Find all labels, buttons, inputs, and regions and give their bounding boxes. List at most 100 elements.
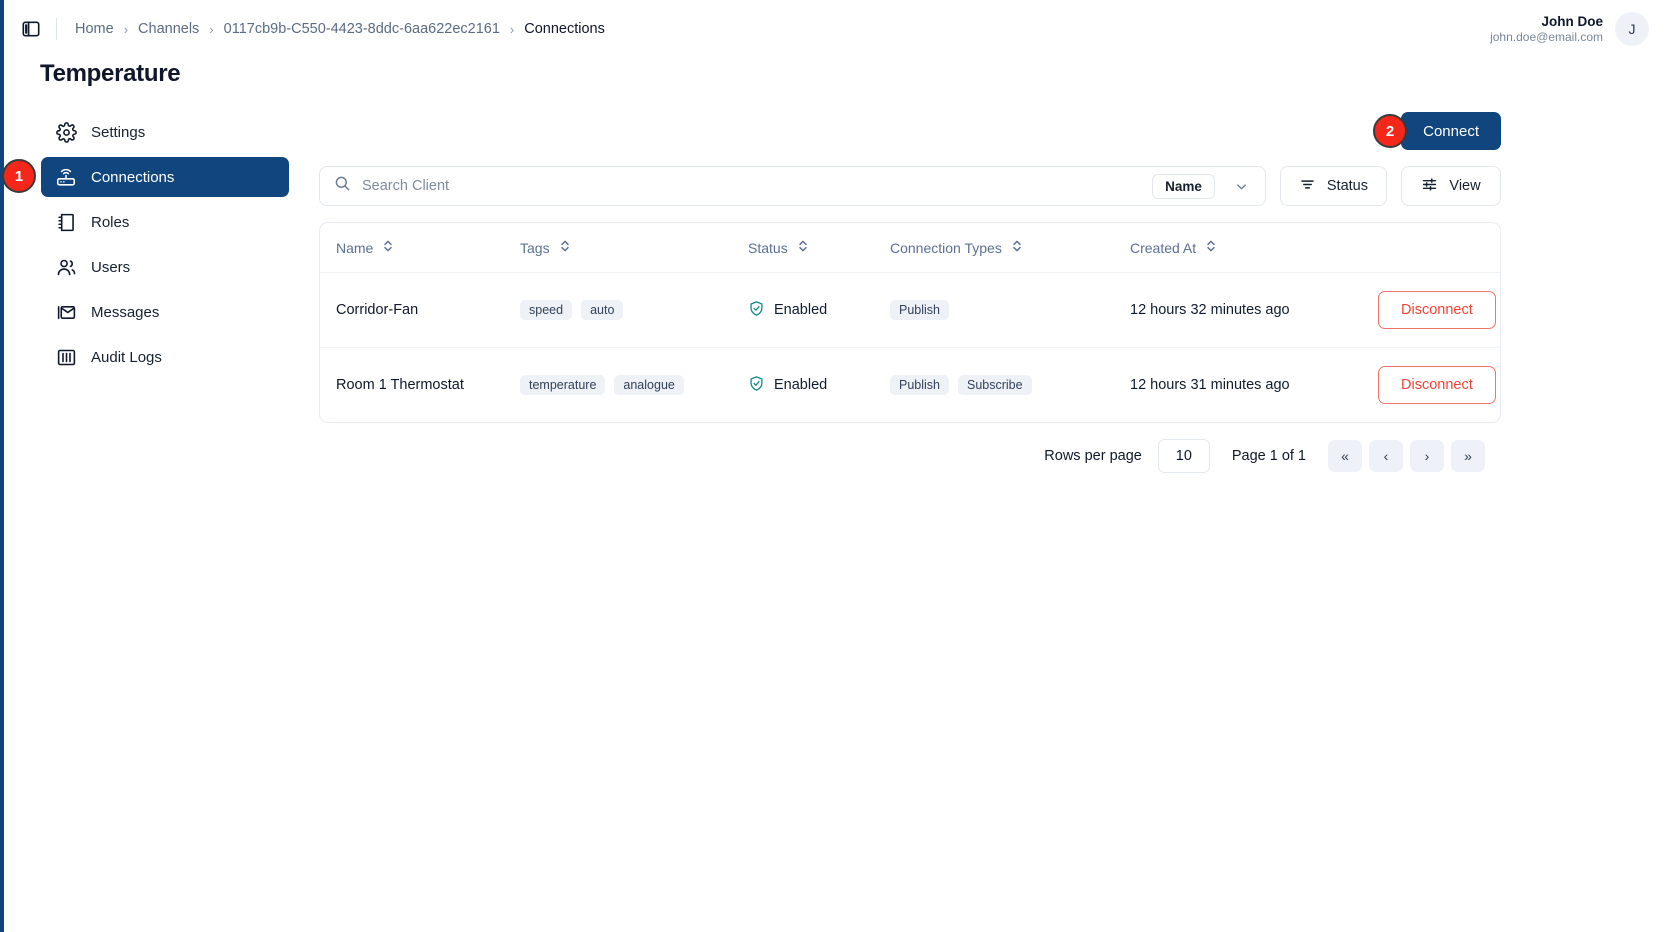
breadcrumb: Home › Channels › 0117cb9b-C550-4423-8dd… (75, 21, 605, 37)
rows-per-page-select[interactable]: 10 (1157, 439, 1210, 473)
previous-page-button[interactable]: ‹ (1369, 440, 1403, 472)
cell-created-at: 12 hours 32 minutes ago (1130, 272, 1378, 348)
app-root: Home › Channels › 0117cb9b-C550-4423-8dd… (0, 0, 1667, 932)
step-badge-1: 1 (2, 159, 36, 193)
search-box[interactable]: Name (319, 166, 1266, 206)
user-name: John Doe (1541, 13, 1603, 29)
table-row[interactable]: Corridor-Fan speed auto Enabled Publish … (320, 272, 1500, 348)
chevron-down-icon[interactable] (1226, 179, 1257, 194)
table-body: Corridor-Fan speed auto Enabled Publish … (320, 272, 1500, 423)
connections-table-card: Name Tags Status Connection Types Create… (319, 222, 1501, 423)
shield-check-icon (748, 300, 765, 321)
status-filter-label: Status (1326, 178, 1368, 194)
avatar[interactable]: J (1615, 12, 1649, 46)
sort-icon[interactable] (1011, 239, 1023, 256)
sort-icon[interactable] (382, 239, 394, 256)
tag-chip: temperature (520, 375, 606, 395)
filter-icon (1299, 176, 1316, 197)
disconnect-button[interactable]: Disconnect (1378, 291, 1496, 329)
cell-name: Corridor-Fan (320, 272, 520, 348)
disconnect-button[interactable]: Disconnect (1378, 366, 1496, 404)
tag-chip: auto (581, 300, 624, 320)
page-title: Temperature (40, 60, 181, 87)
sort-icon[interactable] (1205, 239, 1217, 256)
sidebar-item-settings[interactable]: Settings (41, 112, 289, 152)
column-header-connection-types[interactable]: Connection Types (890, 223, 1130, 273)
column-header-name[interactable]: Name (320, 223, 520, 273)
sort-icon[interactable] (559, 239, 571, 256)
cell-tags: speed auto (520, 272, 748, 348)
first-page-button[interactable]: « (1328, 440, 1362, 472)
breadcrumb-item-channels[interactable]: Channels (138, 21, 199, 37)
breadcrumb-separator-icon: › (509, 21, 515, 37)
topbar-divider (56, 18, 57, 40)
users-icon (55, 256, 77, 278)
search-input[interactable] (362, 167, 1142, 205)
cell-tags: temperature analogue (520, 348, 748, 423)
connection-type-chip: Publish (890, 375, 949, 395)
pagination: Rows per page 10 Page 1 of 1 « ‹ › » (319, 425, 1501, 473)
gear-icon (55, 121, 77, 143)
router-icon (55, 166, 77, 188)
columns-icon (55, 346, 77, 368)
status-text: Enabled (774, 302, 828, 318)
shield-check-icon (748, 375, 765, 396)
sidebar-item-audit-logs[interactable]: Audit Logs (41, 337, 289, 377)
left-accent-rail (0, 0, 4, 932)
top-bar: Home › Channels › 0117cb9b-C550-4423-8dd… (4, 0, 1667, 58)
tag-chip: speed (520, 300, 573, 320)
sort-icon[interactable] (797, 239, 809, 256)
sidebar-item-connections[interactable]: Connections (41, 157, 289, 197)
connections-table: Name Tags Status Connection Types Create… (320, 223, 1500, 422)
last-page-button[interactable]: » (1451, 440, 1485, 472)
user-email: john.doe@email.com (1490, 29, 1603, 44)
column-header-created-at[interactable]: Created At (1130, 223, 1378, 273)
connect-row: Connect (319, 108, 1501, 154)
next-page-button[interactable]: › (1410, 440, 1444, 472)
column-header-status[interactable]: Status (748, 223, 890, 273)
main-content: Connect Name (319, 108, 1501, 473)
cell-status: Enabled (748, 272, 890, 348)
sidebar-item-messages[interactable]: Messages (41, 292, 289, 332)
breadcrumb-separator-icon: › (123, 21, 129, 37)
breadcrumb-separator-icon: › (209, 21, 214, 37)
step-badge-2: 2 (1373, 114, 1407, 148)
pagination-buttons: « ‹ › » (1328, 440, 1485, 472)
sidebar-item-label: Roles (91, 213, 130, 231)
cell-created-at: 12 hours 31 minutes ago (1130, 377, 1290, 393)
column-label: Name (336, 239, 374, 256)
user-area: John Doe john.doe@email.com J (1490, 12, 1649, 46)
column-label: Tags (520, 239, 550, 256)
table-head: Name Tags Status Connection Types Create… (320, 223, 1500, 273)
sidebar-item-roles[interactable]: Roles (41, 202, 289, 242)
view-options-label: View (1449, 178, 1481, 194)
envelope-icon (55, 301, 77, 323)
search-field-pill[interactable]: Name (1152, 173, 1215, 199)
sidebar-nav: Settings Connections Roles Users Message… (41, 112, 289, 382)
breadcrumb-item-channel-id[interactable]: 0117cb9b-C550-4423-8ddc-6aa622ec2161 (224, 21, 500, 37)
cell-action: Disconnect (1378, 272, 1500, 348)
cell-name: Room 1 Thermostat (336, 377, 464, 393)
sidebar-item-label: Audit Logs (91, 348, 162, 366)
sidebar-item-label: Messages (91, 303, 160, 321)
breadcrumb-item-connections: Connections (524, 21, 605, 37)
view-options-button[interactable]: View (1401, 166, 1501, 206)
book-icon (55, 211, 77, 233)
column-header-tags[interactable]: Tags (520, 223, 748, 273)
sidebar-item-users[interactable]: Users (41, 247, 289, 287)
cell-status: Enabled (748, 348, 890, 423)
rows-per-page-label: Rows per page (1044, 448, 1142, 464)
table-toolbar: Name Status (319, 166, 1501, 206)
sidebar-panel-icon[interactable] (18, 16, 44, 42)
sidebar-item-label: Settings (91, 123, 146, 141)
column-label: Connection Types (890, 239, 1002, 256)
status-text: Enabled (774, 377, 828, 393)
sidebar-item-label: Connections (91, 168, 175, 186)
table-row[interactable]: Room 1 Thermostat temperature analogue E… (320, 348, 1500, 423)
table-header-row: Name Tags Status Connection Types Create… (320, 223, 1500, 273)
connect-button[interactable]: Connect (1401, 112, 1501, 150)
user-info: John Doe john.doe@email.com (1490, 13, 1603, 46)
cell-connection-types: Publish (890, 272, 1130, 348)
status-filter-button[interactable]: Status (1279, 166, 1387, 206)
breadcrumb-item-home[interactable]: Home (75, 21, 114, 37)
